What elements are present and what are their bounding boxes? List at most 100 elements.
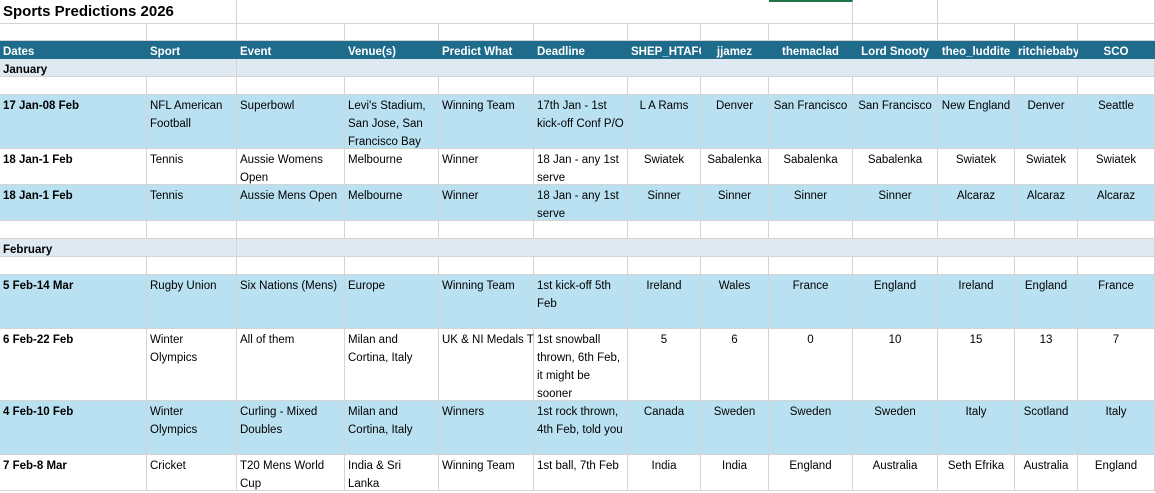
empty-cell[interactable]	[1015, 257, 1078, 275]
cell-event[interactable]: Superbowl	[237, 95, 345, 149]
cell-prediction[interactable]: Australia	[853, 455, 938, 491]
cell-sport[interactable]: NFL American Football	[147, 95, 237, 149]
cell-predict-what[interactable]: Winning Team	[439, 275, 534, 329]
cell-prediction[interactable]: Sinner	[853, 185, 938, 221]
cell-sport[interactable]: Cricket	[147, 455, 237, 491]
empty-cell[interactable]	[938, 24, 1015, 41]
cell-venue[interactable]: Levi's Stadium, San Jose, San Francisco …	[345, 95, 439, 149]
empty-cell[interactable]	[0, 221, 147, 239]
empty-cell[interactable]	[628, 24, 701, 41]
empty-cell[interactable]	[147, 77, 237, 95]
cell-prediction[interactable]: Canada	[628, 401, 701, 455]
cell-prediction[interactable]: England	[853, 275, 938, 329]
empty-cell[interactable]	[1078, 221, 1155, 239]
empty-cell[interactable]	[345, 221, 439, 239]
empty-cell[interactable]	[439, 221, 534, 239]
cell-prediction[interactable]: San Francisco	[853, 95, 938, 149]
empty-cell[interactable]	[439, 77, 534, 95]
column-header[interactable]: themaclad	[769, 41, 853, 59]
column-header[interactable]: Deadline	[534, 41, 628, 59]
empty-cell[interactable]	[628, 221, 701, 239]
cell-deadline[interactable]: 1st snowball thrown, 6th Feb, it might b…	[534, 329, 628, 401]
cell-prediction[interactable]: England	[769, 455, 853, 491]
empty-cell[interactable]	[1015, 24, 1078, 41]
empty-cell[interactable]	[701, 77, 769, 95]
month-label[interactable]: January	[0, 59, 237, 77]
empty-cell[interactable]	[1078, 77, 1155, 95]
cell-sport[interactable]: Tennis	[147, 185, 237, 221]
column-header[interactable]: Dates	[0, 41, 147, 59]
cell-predict-what[interactable]: UK & NI Medals T	[439, 329, 534, 401]
empty-cell[interactable]	[701, 221, 769, 239]
cell-date[interactable]: 4 Feb-10 Feb	[0, 401, 147, 455]
cell-prediction[interactable]: New England	[938, 95, 1015, 149]
cell-predict-what[interactable]: Winner	[439, 185, 534, 221]
cell-prediction[interactable]: France	[769, 275, 853, 329]
cell-prediction[interactable]: Alcaraz	[938, 185, 1015, 221]
empty-cell[interactable]	[534, 24, 628, 41]
cell-venue[interactable]: Melbourne	[345, 149, 439, 185]
column-header[interactable]: SCO	[1078, 41, 1155, 59]
empty-cell[interactable]	[1078, 24, 1155, 41]
empty-cell[interactable]	[345, 77, 439, 95]
cell-prediction[interactable]: 13	[1015, 329, 1078, 401]
cell-prediction[interactable]: L A Rams	[628, 95, 701, 149]
cell-prediction[interactable]: Swiatek	[628, 149, 701, 185]
empty-cell[interactable]	[0, 77, 147, 95]
empty-cell[interactable]	[237, 24, 345, 41]
cell-prediction[interactable]: Swiatek	[1015, 149, 1078, 185]
cell-prediction[interactable]: Sinner	[701, 185, 769, 221]
empty-cell[interactable]	[853, 221, 938, 239]
cell-venue[interactable]: India & Sri Lanka	[345, 455, 439, 491]
spreadsheet-grid[interactable]: Sports Predictions 2026 Dates Sport Event Ve…	[0, 0, 1155, 491]
column-header[interactable]: ritchiebaby	[1015, 41, 1079, 59]
empty-cell[interactable]	[853, 24, 938, 41]
cell-event[interactable]: Six Nations (Mens)	[237, 275, 345, 329]
cell-deadline[interactable]: 17th Jan - 1st kick-off Conf P/O	[534, 95, 628, 149]
cell-prediction[interactable]: Italy	[1078, 401, 1155, 455]
cell-prediction[interactable]: France	[1078, 275, 1155, 329]
column-header[interactable]: SHEP_HTAFC	[628, 41, 707, 59]
empty-cell[interactable]	[147, 24, 237, 41]
empty-cell[interactable]	[1015, 77, 1078, 95]
empty-cell[interactable]	[534, 257, 628, 275]
empty-cell[interactable]	[237, 257, 345, 275]
cell-prediction[interactable]: 6	[701, 329, 769, 401]
empty-cell[interactable]	[534, 221, 628, 239]
empty-cell[interactable]	[769, 257, 853, 275]
empty-cell[interactable]	[853, 77, 938, 95]
cell-prediction[interactable]: 5	[628, 329, 701, 401]
empty-cell[interactable]	[439, 257, 534, 275]
cell-event[interactable]: Aussie Mens Open	[237, 185, 345, 221]
empty-cell[interactable]	[769, 24, 853, 41]
cell-sport[interactable]: Winter Olympics	[147, 329, 237, 401]
cell-prediction[interactable]: Swiatek	[1078, 149, 1155, 185]
month-label[interactable]: February	[0, 239, 237, 257]
cell-prediction[interactable]: Sweden	[853, 401, 938, 455]
empty-cell[interactable]	[345, 257, 439, 275]
cell-predict-what[interactable]: Winner	[439, 149, 534, 185]
cell-prediction[interactable]: Sinner	[769, 185, 853, 221]
cell-prediction[interactable]: Seattle	[1078, 95, 1155, 149]
cell-event[interactable]: All of them	[237, 329, 345, 401]
cell-prediction[interactable]: 10	[853, 329, 938, 401]
cell-prediction[interactable]: England	[1078, 455, 1155, 491]
cell-date[interactable]: 18 Jan-1 Feb	[0, 185, 147, 221]
cell-prediction[interactable]: Sabalenka	[769, 149, 853, 185]
empty-cell[interactable]	[237, 77, 345, 95]
cell-event[interactable]: Aussie Womens Open	[237, 149, 345, 185]
cell-deadline[interactable]: 1st ball, 7th Feb	[534, 455, 628, 491]
cell-prediction[interactable]: Italy	[938, 401, 1015, 455]
cell-venue[interactable]: Milan and Cortina, Italy	[345, 401, 439, 455]
empty-cell[interactable]	[147, 221, 237, 239]
sheet-title[interactable]: Sports Predictions 2026	[0, 0, 237, 24]
cell-sport[interactable]: Winter Olympics	[147, 401, 237, 455]
cell-date[interactable]: 5 Feb-14 Mar	[0, 275, 147, 329]
cell-venue[interactable]: Melbourne	[345, 185, 439, 221]
selected-cell[interactable]	[769, 0, 853, 24]
empty-cell[interactable]	[938, 257, 1015, 275]
cell-prediction[interactable]: 15	[938, 329, 1015, 401]
empty-cell[interactable]	[1078, 257, 1155, 275]
cell-date[interactable]: 17 Jan-08 Feb	[0, 95, 147, 149]
empty-cell[interactable]	[938, 0, 1155, 24]
